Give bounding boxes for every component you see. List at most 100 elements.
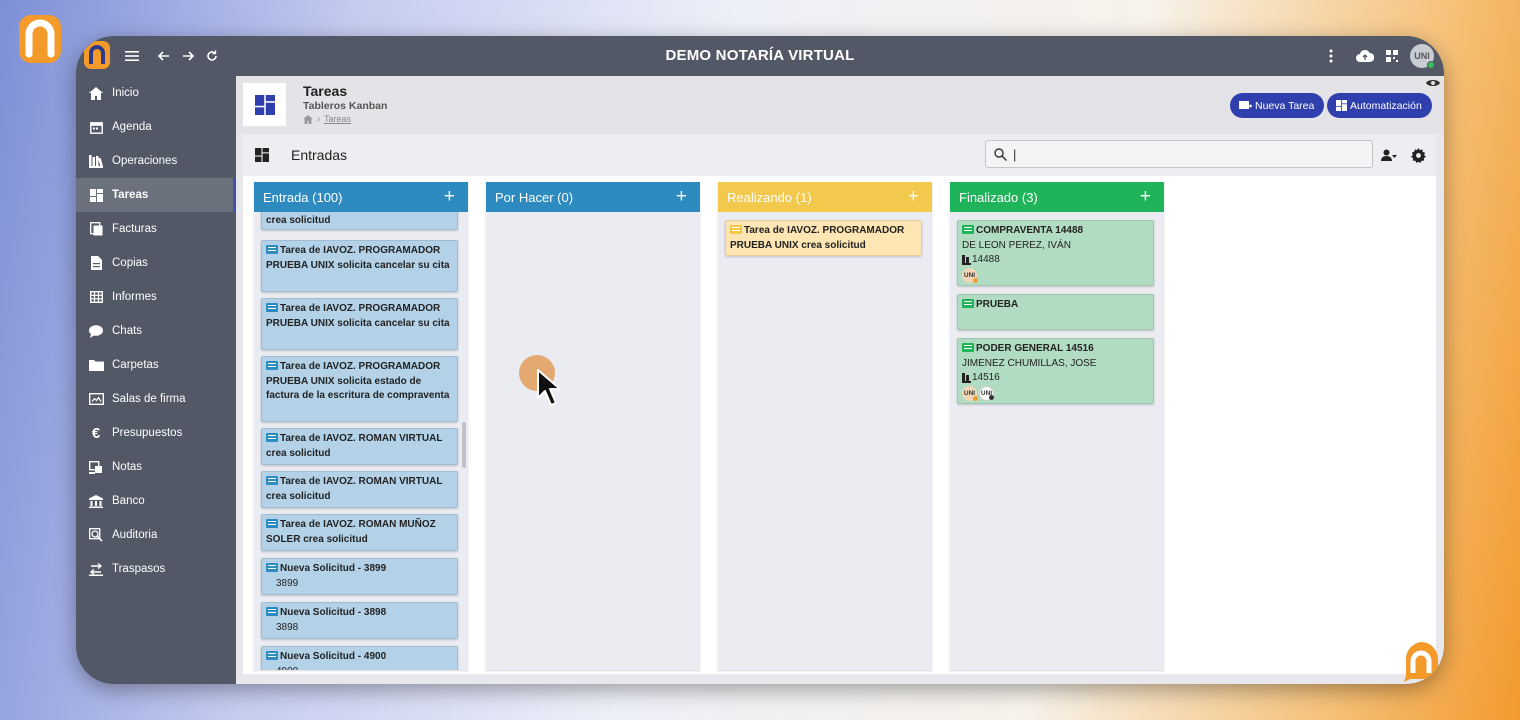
task-card[interactable]: Nueva Solicitud - 3898 3898	[261, 602, 458, 639]
sidebar-item-label: Traspasos	[112, 563, 166, 575]
search-input[interactable]: |	[985, 140, 1373, 168]
sidebar-item-label: Carpetas	[112, 359, 159, 371]
task-card[interactable]: Tarea de IAVOZ. ROMAN VIRTUAL crea solic…	[261, 428, 458, 465]
assignee-avatar[interactable]: UNI	[962, 268, 978, 284]
sidebar-item-label: Chats	[112, 325, 143, 337]
user-avatar-initials: UNI	[1414, 51, 1430, 61]
cloud-upload-icon[interactable]	[1355, 46, 1375, 66]
sidebar-item-banco[interactable]: Banco	[76, 484, 233, 518]
add-task-icon	[1239, 101, 1252, 109]
sidebar-item-auditoria[interactable]: Auditoria	[76, 518, 233, 552]
task-card[interactable]: Nueva Solicitud - 4900 4900	[261, 646, 458, 670]
column-body[interactable]: crea solicitud Tarea de IAVOZ. PROGRAMAD…	[254, 212, 468, 670]
board-container: Entradas | Entrada (100) + crea solicitu…	[243, 134, 1436, 674]
automation-label: Automatización	[1350, 99, 1422, 112]
sidebar-item-informes[interactable]: Informes	[76, 280, 233, 314]
home-icon[interactable]	[303, 114, 313, 124]
card-title: Nueva Solicitud - 4900	[280, 651, 387, 662]
card-reference-number: 14516	[972, 372, 1000, 383]
main-area: Tareas Tableros Kanban › Tareas Nueva Ta…	[236, 76, 1444, 684]
sidebar-item-agenda[interactable]: Agenda	[76, 110, 233, 144]
task-icon	[266, 361, 278, 370]
card-title: Tarea de IAVOZ. ROMAN VIRTUAL crea solic…	[266, 433, 443, 459]
task-card[interactable]: PRUEBA	[957, 294, 1154, 330]
new-task-button[interactable]: Nueva Tarea	[1230, 93, 1325, 118]
card-reference-number: 14488	[972, 254, 1000, 265]
column-title: Realizando (1)	[727, 189, 812, 205]
kanban-column-realizando: Realizando (1) + Tarea de IAVOZ. PROGRAM…	[718, 182, 932, 670]
card-reference: 14516	[962, 371, 1149, 386]
top-bar: DEMO NOTARÍA VIRTUAL UNI	[76, 36, 1444, 76]
qr-code-icon[interactable]	[1382, 46, 1402, 66]
sidebar-item-copias[interactable]: Copias	[76, 246, 233, 280]
column-body[interactable]: COMPRAVENTA 14488 DE LEON PEREZ, IVÁN 14…	[950, 212, 1164, 670]
sidebar-item-chats[interactable]: Chats	[76, 314, 233, 348]
assignee-avatar[interactable]: UNI	[962, 386, 978, 402]
kanban-column-finalizado: Finalizado (3) + COMPRAVENTA 14488 DE LE…	[950, 182, 1164, 670]
page-subtitle: Tableros Kanban	[303, 100, 388, 112]
task-card[interactable]: Tarea de IAVOZ. ROMAN VIRTUAL crea solic…	[261, 471, 458, 508]
sidebar-item-label: Copias	[112, 257, 148, 269]
status-dot	[973, 278, 978, 284]
card-title: Tarea de IAVOZ. PROGRAMADOR PRUEBA UNIX …	[730, 225, 905, 251]
automation-button[interactable]: Automatización	[1327, 93, 1432, 118]
task-card[interactable]: Tarea de IAVOZ. PROGRAMADOR PRUEBA UNIX …	[261, 240, 458, 292]
task-card[interactable]: Tarea de IAVOZ. PROGRAMADOR PRUEBA UNIX …	[725, 220, 922, 256]
add-card-icon[interactable]: +	[908, 186, 919, 208]
eye-icon[interactable]	[1426, 78, 1440, 88]
add-card-icon[interactable]: +	[1140, 186, 1151, 208]
sidebar-item-label: Inicio	[112, 87, 139, 99]
sidebar-item-facturas[interactable]: Facturas	[76, 212, 233, 246]
more-vert-icon[interactable]	[1321, 46, 1341, 66]
chevron-right-icon: ›	[317, 114, 320, 124]
card-title: Nueva Solicitud - 3898	[280, 607, 387, 618]
add-card-icon[interactable]: +	[676, 186, 687, 208]
task-icon	[266, 245, 278, 254]
brand-logo-icon	[19, 15, 61, 63]
sidebar: Inicio Agenda Operaciones Tareas Factura…	[76, 76, 236, 684]
sidebar-item-inicio[interactable]: Inicio	[76, 76, 233, 110]
sidebar-item-operaciones[interactable]: Operaciones	[76, 144, 233, 178]
status-dot	[973, 396, 978, 402]
column-body[interactable]: Tarea de IAVOZ. PROGRAMADOR PRUEBA UNIX …	[718, 212, 932, 670]
online-status-dot	[1427, 61, 1435, 69]
column-body[interactable]	[486, 212, 700, 670]
search-icon	[994, 147, 1007, 161]
app-title: DEMO NOTARÍA VIRTUAL	[665, 47, 855, 64]
search-value: |	[1013, 146, 1017, 162]
task-icon	[266, 651, 278, 660]
user-avatar[interactable]: UNI	[1410, 44, 1435, 69]
card-avatars: UNI UNI	[962, 386, 1149, 402]
sidebar-item-salas-de-firma[interactable]: Salas de firma	[76, 382, 233, 416]
sidebar-item-carpetas[interactable]: Carpetas	[76, 348, 233, 382]
assign-user-icon[interactable]	[1380, 146, 1398, 164]
sidebar-item-label: Salas de firma	[112, 393, 186, 405]
chat-assistant-logo-icon[interactable]	[1402, 640, 1440, 682]
sidebar-item-label: Informes	[112, 291, 157, 303]
breadcrumb-current[interactable]: Tareas	[324, 114, 351, 124]
sidebar-item-label: Operaciones	[112, 155, 178, 167]
assignee-avatar[interactable]: UNI	[979, 386, 994, 402]
card-title: Tarea de IAVOZ. PROGRAMADOR PRUEBA UNIX …	[266, 245, 450, 271]
note-icon	[88, 459, 104, 475]
add-card-icon[interactable]: +	[444, 186, 455, 208]
mouse-pointer-icon	[537, 369, 561, 406]
sidebar-item-traspasos[interactable]: Traspasos	[76, 552, 233, 586]
task-card[interactable]: Tarea de IAVOZ. PROGRAMADOR PRUEBA UNIX …	[261, 356, 458, 422]
task-card[interactable]: Tarea de IAVOZ. ROMAN MUÑOZ SOLER crea s…	[261, 514, 458, 551]
task-card[interactable]: PODER GENERAL 14516 JIMENEZ CHUMILLAS, J…	[957, 338, 1154, 404]
column-header: Realizando (1) +	[718, 182, 932, 212]
task-card[interactable]: crea solicitud	[261, 212, 458, 230]
task-card[interactable]: Nueva Solicitud - 3899 3899	[261, 558, 458, 595]
settings-gear-icon[interactable]	[1409, 146, 1427, 164]
sidebar-item-tareas[interactable]: Tareas	[76, 178, 236, 212]
column-scrollbar[interactable]	[462, 422, 466, 468]
task-card[interactable]: Tarea de IAVOZ. PROGRAMADOR PRUEBA UNIX …	[261, 298, 458, 350]
task-card[interactable]: COMPRAVENTA 14488 DE LEON PEREZ, IVÁN 14…	[957, 220, 1154, 286]
signature-room-icon	[88, 391, 104, 407]
sidebar-item-label: Tareas	[112, 189, 149, 201]
card-detail: 3898	[276, 621, 299, 633]
card-person: JIMENEZ CHUMILLAS, JOSE	[962, 357, 1097, 369]
sidebar-item-presupuestos[interactable]: € Presupuestos	[76, 416, 233, 450]
sidebar-item-notas[interactable]: Notas	[76, 450, 233, 484]
